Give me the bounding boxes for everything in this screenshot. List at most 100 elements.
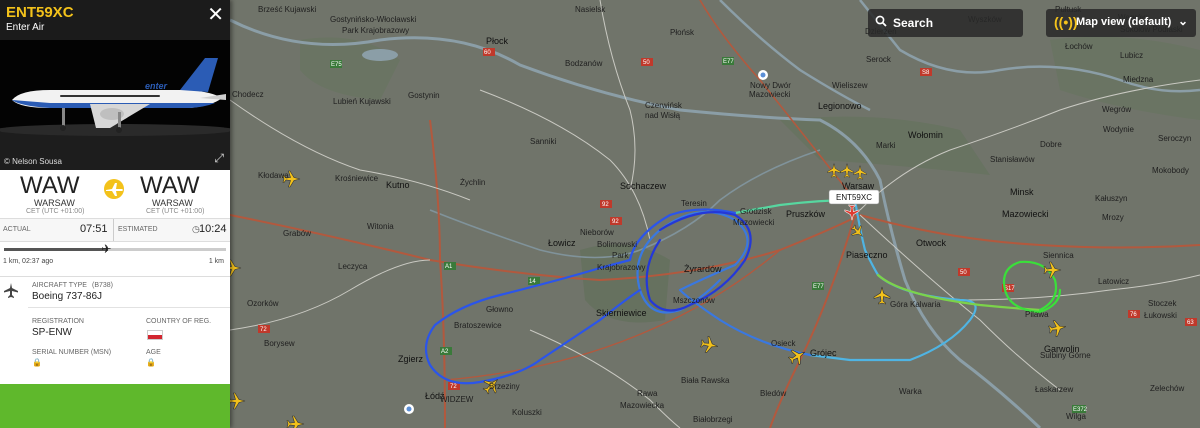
progress-fill: [4, 248, 109, 251]
svg-text:92: 92: [612, 219, 619, 225]
place-label: Zgierz: [398, 354, 424, 364]
lock-icon: 🔒: [146, 358, 156, 367]
age-label: AGE: [146, 349, 161, 356]
svg-text:enter: enter: [145, 81, 168, 91]
place-label: Chodecz: [232, 90, 264, 99]
place-label: Wegrów: [1102, 105, 1131, 114]
actual-label: ACTUAL: [3, 226, 31, 233]
search-button[interactable]: Search: [868, 9, 1023, 37]
place-label: Bledów: [760, 389, 786, 398]
svg-text:72: 72: [450, 384, 457, 390]
place-label: Gostynin: [408, 91, 440, 100]
country-label: COUNTRY OF REG.: [146, 318, 212, 325]
place-label: Ozorków: [247, 299, 279, 308]
place-label: Mazowiecka: [620, 401, 665, 410]
place-label: Miedzna: [1123, 75, 1154, 84]
flight-tag[interactable]: ENT59XC: [828, 189, 880, 205]
flag-icon: [147, 330, 163, 340]
route-box: WAW WARSAW CET (UTC +01:00) WAW WARSAW C…: [0, 170, 230, 218]
flight-tag-label: ENT59XC: [836, 193, 872, 202]
place-label: Łowicz: [548, 238, 576, 248]
estimated-label: ESTIMATED: [118, 226, 158, 233]
place-label: Mazowiecki: [1002, 209, 1049, 219]
search-label: Search: [893, 16, 934, 30]
place-label: Sochaczew: [620, 181, 667, 191]
place-label: Borysew: [264, 339, 295, 348]
svg-text:A1: A1: [445, 264, 453, 270]
place-label: nad Wisłą: [645, 111, 681, 120]
place-label: Park: [612, 251, 629, 260]
place-label: Zelechów: [1150, 384, 1184, 393]
place-label: Mazowiecki: [749, 90, 791, 99]
chevron-down-icon: ⌄: [1177, 14, 1188, 28]
place-label: Żychlin: [460, 178, 485, 187]
destination-city: WARSAW: [152, 198, 193, 208]
close-icon[interactable]: ✕: [207, 5, 224, 25]
svg-text:E75: E75: [331, 62, 342, 68]
place-label: Czerwińsk: [645, 101, 683, 110]
estimated-time: 10:24: [199, 223, 227, 235]
place-label: Osieck: [771, 339, 796, 348]
place-label: Mszczonów: [673, 296, 715, 305]
svg-text:50: 50: [643, 60, 650, 66]
place-label: Bratoszewice: [454, 321, 502, 330]
place-label: Serock: [866, 55, 892, 64]
airport-pin-modlin[interactable]: [758, 70, 768, 80]
origin-code: WAW: [20, 172, 80, 199]
lock-icon: 🔒: [32, 358, 42, 367]
aircraft-type: Boeing 737-86J: [32, 291, 103, 302]
plane-icon: [99, 178, 129, 200]
place-label: Brześć Kujawski: [258, 5, 316, 14]
registration-label: REGISTRATION: [32, 318, 84, 325]
place-label: Nieborów: [580, 228, 614, 237]
place-label: Otwock: [916, 238, 947, 248]
airport-pin-lodz[interactable]: [404, 404, 414, 414]
place-label: Kłodawa: [258, 171, 289, 180]
origin-timezone: CET (UTC +01:00): [26, 208, 85, 215]
place-label: Rawa: [637, 389, 658, 398]
times-row: ACTUAL 07:51 ESTIMATED ◷ 10:24: [0, 218, 230, 242]
svg-text:92: 92: [602, 202, 609, 208]
svg-text:A2: A2: [441, 349, 449, 355]
lake: [362, 49, 398, 61]
aircraft-photo[interactable]: enter © Nelson Sousa ⤢: [0, 40, 230, 170]
place-label: Krajobrazowy: [597, 263, 645, 272]
flight-callsign: ENT59XC: [6, 4, 74, 21]
place-label: Łukowski: [1144, 311, 1177, 320]
place-label: Legionowo: [818, 101, 862, 111]
place-label: Siennica: [1043, 251, 1074, 260]
place-label: Pruszków: [786, 209, 826, 219]
place-label: Leczyca: [338, 262, 368, 271]
place-label: Nowy Dwór: [750, 81, 791, 90]
place-label: Skierniewice: [596, 308, 647, 318]
upgrade-banner[interactable]: [0, 384, 230, 428]
panel-header: ENT59XC Enter Air ✕: [0, 0, 230, 40]
place-label: Latowicz: [1098, 277, 1129, 286]
map-view-label: Map view (default): [1076, 16, 1172, 28]
svg-text:76: 76: [1130, 312, 1137, 318]
destination-code: WAW: [140, 172, 200, 199]
place-label: Płock: [486, 36, 509, 46]
expand-icon[interactable]: ⤢: [214, 151, 224, 166]
aircraft-photo-image: enter: [0, 40, 230, 170]
place-label: Nasielsk: [575, 5, 606, 14]
map-view-button[interactable]: ((•)) Map view (default) ⌄: [1046, 9, 1196, 37]
place-label: Sanniki: [530, 137, 556, 146]
actual-time: 07:51: [80, 223, 108, 235]
svg-text:S8: S8: [922, 70, 930, 76]
place-label: Brzeziny: [489, 382, 520, 391]
svg-text:50: 50: [960, 270, 967, 276]
place-label: Kutno: [386, 180, 410, 190]
place-label: Wieliszew: [832, 81, 868, 90]
place-label: WIDZEW: [440, 395, 474, 404]
flight-progress: ✈ 1 km, 02:37 ago 1 km: [0, 240, 230, 276]
place-label: Płońsk: [670, 28, 695, 37]
place-label: Piaseczno: [846, 250, 888, 260]
place-label: Łochów: [1065, 42, 1093, 51]
place-label: Park Krajobrazowy: [342, 26, 409, 35]
progress-bar: [4, 248, 226, 251]
place-label: Pilawa: [1025, 310, 1049, 319]
svg-text:14: 14: [529, 279, 536, 285]
place-label: Łaskarzew: [1035, 385, 1073, 394]
destination-timezone: CET (UTC +01:00): [146, 208, 205, 215]
